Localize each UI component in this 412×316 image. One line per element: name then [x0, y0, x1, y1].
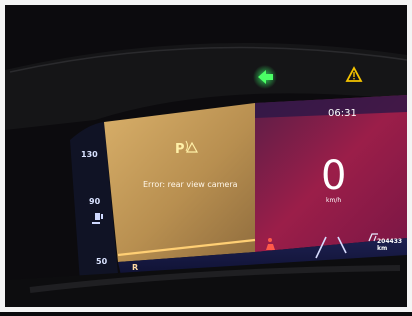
- instrument-cluster-photo: P 0 130 90 50 Error: rear view camera 06…: [0, 0, 412, 312]
- clock: 06:31: [328, 108, 357, 119]
- gear-indicator: R: [132, 263, 139, 272]
- fuel-scale-130: 130: [81, 150, 98, 159]
- cluster-background: P 0: [0, 0, 412, 312]
- fuel-scale-90: 90: [89, 197, 101, 206]
- error-message: Error: rear view camera: [143, 180, 238, 189]
- odometer: 204433 km: [377, 238, 403, 252]
- speed-unit: km/h: [326, 197, 342, 204]
- speed-value-glyph: 0: [321, 153, 346, 199]
- fuel-scale-50: 50: [96, 257, 108, 266]
- svg-text:P: P: [175, 142, 185, 157]
